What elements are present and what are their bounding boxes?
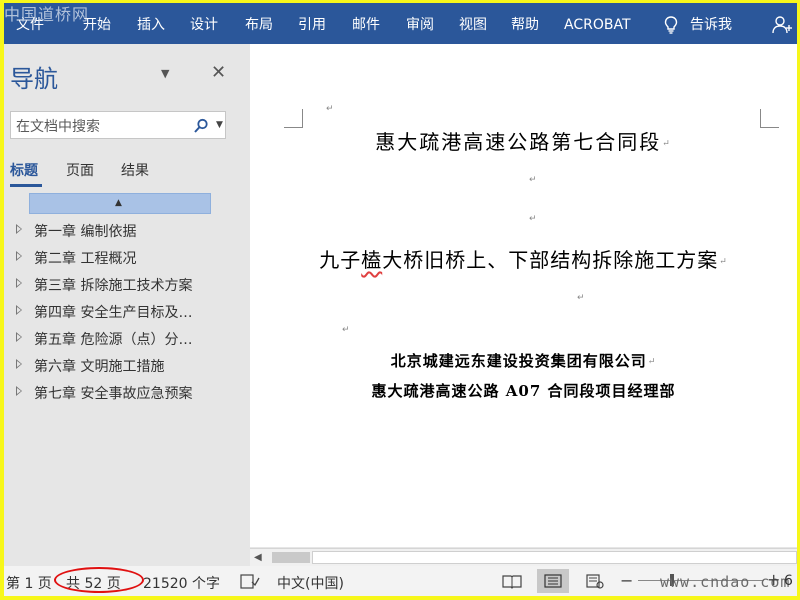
search-icon[interactable] <box>193 118 209 138</box>
paragraph-mark: ↵ <box>529 175 537 185</box>
scrollbar-thumb[interactable] <box>272 552 310 563</box>
heading-label: 第六章 文明施工措施 <box>34 359 165 375</box>
paragraph-mark: ↵ <box>529 214 537 224</box>
heading-label: 第三章 拆除施工技术方案 <box>34 278 193 294</box>
heading-label: 第七章 安全事故应急预案 <box>34 386 193 402</box>
tell-me-label: 告诉我 <box>690 17 732 33</box>
print-layout-icon <box>544 574 562 592</box>
heading-item[interactable]: 第一章 编制依据 <box>16 221 244 241</box>
paragraph-mark: ↵ <box>662 138 672 149</box>
active-tab-underline <box>10 184 42 187</box>
spelling-error-word[interactable]: 榼 <box>361 248 382 272</box>
doc-company: 北京城建远东建设投资集团有限公司↵ <box>390 352 657 370</box>
close-icon[interactable]: ✕ <box>211 62 226 83</box>
expand-triangle-icon[interactable] <box>16 359 22 369</box>
web-layout-icon[interactable] <box>586 574 604 593</box>
document-page[interactable]: ↵ 惠大疏港高速公路第七合同段↵ ↵ ↵ 九子榼大桥旧桥上、下部结构拆除施工方案… <box>250 44 797 547</box>
tab-layout[interactable]: 布局 <box>245 15 273 35</box>
tab-results[interactable]: 结果 <box>121 160 149 180</box>
nav-pane-title: 导航 <box>10 65 58 93</box>
search-box: ▼ <box>10 111 226 139</box>
heading-label: 第一章 编制依据 <box>34 224 137 240</box>
scroll-to-top-bar[interactable]: ▲ <box>29 193 211 214</box>
heading-item[interactable]: 第五章 危险源（点）分… <box>16 329 244 349</box>
expand-triangle-icon[interactable] <box>16 305 22 315</box>
document-area: ↵ 惠大疏港高速公路第七合同段↵ ↵ ↵ 九子榼大桥旧桥上、下部结构拆除施工方案… <box>246 44 797 567</box>
heading-item[interactable]: 第三章 拆除施工技术方案 <box>16 275 244 295</box>
nav-options-icon[interactable]: ▼ <box>161 67 169 80</box>
highlight-ellipse <box>54 567 144 593</box>
expand-triangle-icon[interactable] <box>16 278 22 288</box>
tab-mailings[interactable]: 邮件 <box>352 15 380 35</box>
word-count[interactable]: 21520 个字 <box>143 573 220 593</box>
paragraph-mark: ↵ <box>647 357 657 367</box>
heading-item[interactable]: 第六章 文明施工措施 <box>16 356 244 376</box>
doc-project-name: 惠大疏港高速公路第七合同段↵ <box>375 130 672 154</box>
collapse-up-icon: ▲ <box>115 198 122 208</box>
status-bar: 第 1 页 共 52 页 21520 个字 中文(中国) − www.cndao… <box>4 566 797 596</box>
ribbon-tab-bar: 文件 开始 插入 设计 布局 引用 邮件 审阅 视图 帮助 ACROBAT 告诉… <box>4 3 797 44</box>
share-person-icon[interactable] <box>772 15 794 39</box>
tab-view[interactable]: 视图 <box>459 15 487 35</box>
search-input[interactable] <box>14 117 188 137</box>
tab-pages[interactable]: 页面 <box>66 160 94 180</box>
heading-item[interactable]: 第四章 安全生产目标及… <box>16 302 244 322</box>
tab-headings[interactable]: 标题 <box>10 160 38 180</box>
paragraph-mark: ↵ <box>577 293 585 303</box>
page-indicator[interactable]: 第 1 页 <box>6 573 52 593</box>
lightbulb-icon <box>664 16 678 40</box>
heading-item[interactable]: 第七章 安全事故应急预案 <box>16 383 244 403</box>
read-mode-icon[interactable] <box>502 574 522 593</box>
expand-triangle-icon[interactable] <box>16 224 22 234</box>
scroll-left-icon[interactable]: ◀ <box>254 552 262 563</box>
paragraph-mark: ↵ <box>719 256 728 267</box>
doc-title: 九子榼大桥旧桥上、下部结构拆除施工方案↵ <box>319 248 728 272</box>
paragraph-mark: ↵ <box>342 325 350 335</box>
tab-design[interactable]: 设计 <box>190 15 218 35</box>
zoom-in-button[interactable]: + <box>767 570 780 589</box>
expand-triangle-icon[interactable] <box>16 386 22 396</box>
tab-references[interactable]: 引用 <box>298 15 326 35</box>
tab-insert[interactable]: 插入 <box>137 15 165 35</box>
scrollbar-track[interactable] <box>312 551 797 564</box>
tab-acrobat[interactable]: ACROBAT <box>564 15 631 35</box>
site-watermark-top: 中国道桥网 <box>4 5 90 24</box>
zoom-out-button[interactable]: − <box>620 571 633 590</box>
proofing-icon[interactable] <box>240 574 260 594</box>
tab-review[interactable]: 审阅 <box>406 15 434 35</box>
print-layout-button[interactable] <box>537 569 569 593</box>
word-window: 文件 开始 插入 设计 布局 引用 邮件 审阅 视图 帮助 ACROBAT 告诉… <box>4 3 797 596</box>
language-indicator[interactable]: 中文(中国) <box>277 573 344 593</box>
tab-help[interactable]: 帮助 <box>511 15 539 35</box>
paragraph-mark: ↵ <box>326 104 334 114</box>
doc-department: 惠大疏港高速公路 A07 合同段项目经理部 <box>371 382 676 400</box>
expand-triangle-icon[interactable] <box>16 332 22 342</box>
chevron-down-icon[interactable]: ▼ <box>216 120 223 130</box>
horizontal-scrollbar[interactable]: ◀ <box>250 548 797 567</box>
heading-label: 第四章 安全生产目标及… <box>34 305 193 321</box>
zoom-level[interactable]: 6 <box>784 573 793 589</box>
heading-label: 第五章 危险源（点）分… <box>34 332 193 348</box>
heading-item[interactable]: 第二章 工程概况 <box>16 248 244 268</box>
heading-label: 第二章 工程概况 <box>34 251 137 267</box>
navigation-pane: 导航 ▼ ✕ ▼ 标题 页面 结果 ▲ 第一章 编制依据 第二章 工程概况 <box>4 44 246 566</box>
expand-triangle-icon[interactable] <box>16 251 22 261</box>
